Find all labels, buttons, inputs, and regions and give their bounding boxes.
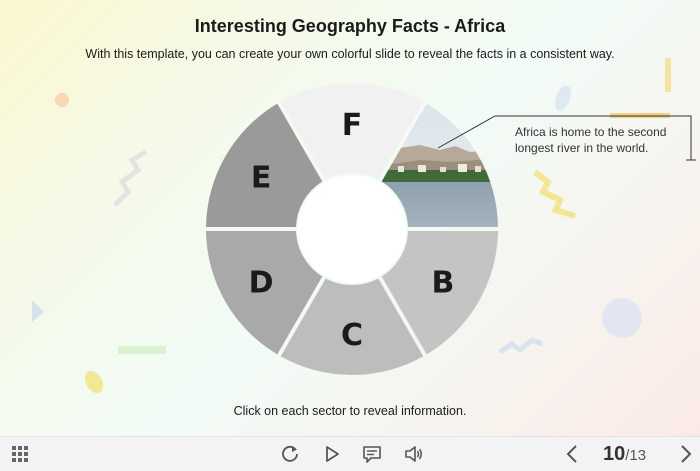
page-counter: 10/13 [603, 443, 646, 466]
total-pages: /13 [625, 447, 647, 464]
captions-icon [363, 446, 381, 463]
fact-callout-text: Africa is home to the second longest riv… [515, 125, 667, 155]
callout-connector [437, 115, 696, 161]
slide: Interesting Geography Facts - Africa Wit… [0, 0, 700, 436]
player-control-bar: 10/13 [0, 436, 700, 471]
current-page: 10 [603, 443, 626, 465]
next-slide-button[interactable] [674, 437, 698, 471]
replay-icon [282, 445, 298, 462]
instruction-text: Click on each sector to reveal informati… [233, 404, 467, 418]
volume-button[interactable] [402, 437, 426, 471]
menu-button[interactable] [8, 437, 32, 471]
grid-icon [12, 446, 28, 462]
volume-icon [405, 446, 422, 462]
play-icon [326, 446, 339, 462]
replay-button[interactable] [278, 437, 302, 471]
chevron-right-icon [681, 445, 692, 463]
chevron-left-icon [566, 445, 577, 463]
play-button[interactable] [320, 437, 344, 471]
previous-slide-button[interactable] [560, 437, 584, 471]
captions-button[interactable] [360, 437, 384, 471]
